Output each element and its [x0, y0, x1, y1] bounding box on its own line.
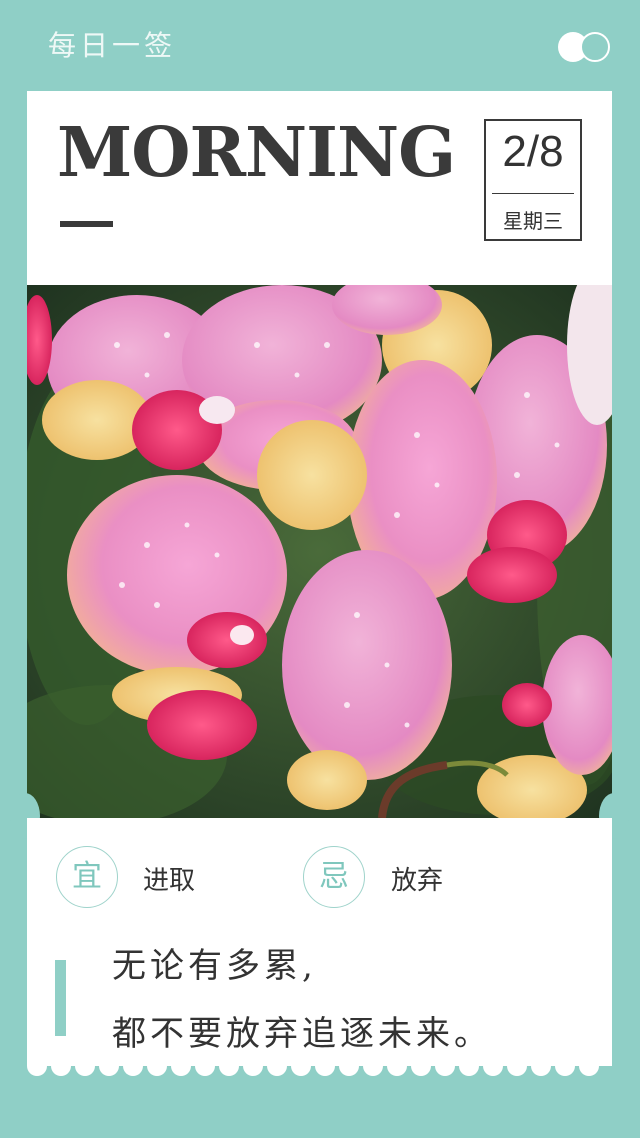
ji-badge: 忌	[303, 846, 365, 908]
ji-text: 放弃	[391, 866, 444, 896]
orchid-photo	[27, 285, 612, 818]
greeting-title: MORNING	[57, 113, 456, 193]
date-number: 2/8	[502, 127, 564, 176]
yi-badge: 宜	[56, 846, 118, 908]
toggle-icon[interactable]	[558, 32, 610, 62]
yi-text: 进取	[143, 866, 196, 896]
quote-line-2: 都不要放弃追逐未来。	[112, 1014, 492, 1054]
fortune-card: 宜 进取 忌 放弃 无论有多累, 都不要放弃追逐未来。	[27, 818, 612, 1066]
card-header: MORNING 2/8 星期三	[27, 91, 612, 285]
page-title: 每日一签	[48, 29, 177, 62]
quote-accent-bar	[55, 960, 66, 1036]
date-box: 2/8 星期三	[484, 119, 582, 241]
quote-line-1: 无论有多累,	[112, 946, 317, 986]
weekday-label: 星期三	[503, 209, 563, 233]
ticket-scallop-edge	[27, 1060, 612, 1076]
date-divider	[492, 193, 574, 194]
toggle-ring	[580, 32, 610, 62]
title-underline	[60, 221, 113, 227]
